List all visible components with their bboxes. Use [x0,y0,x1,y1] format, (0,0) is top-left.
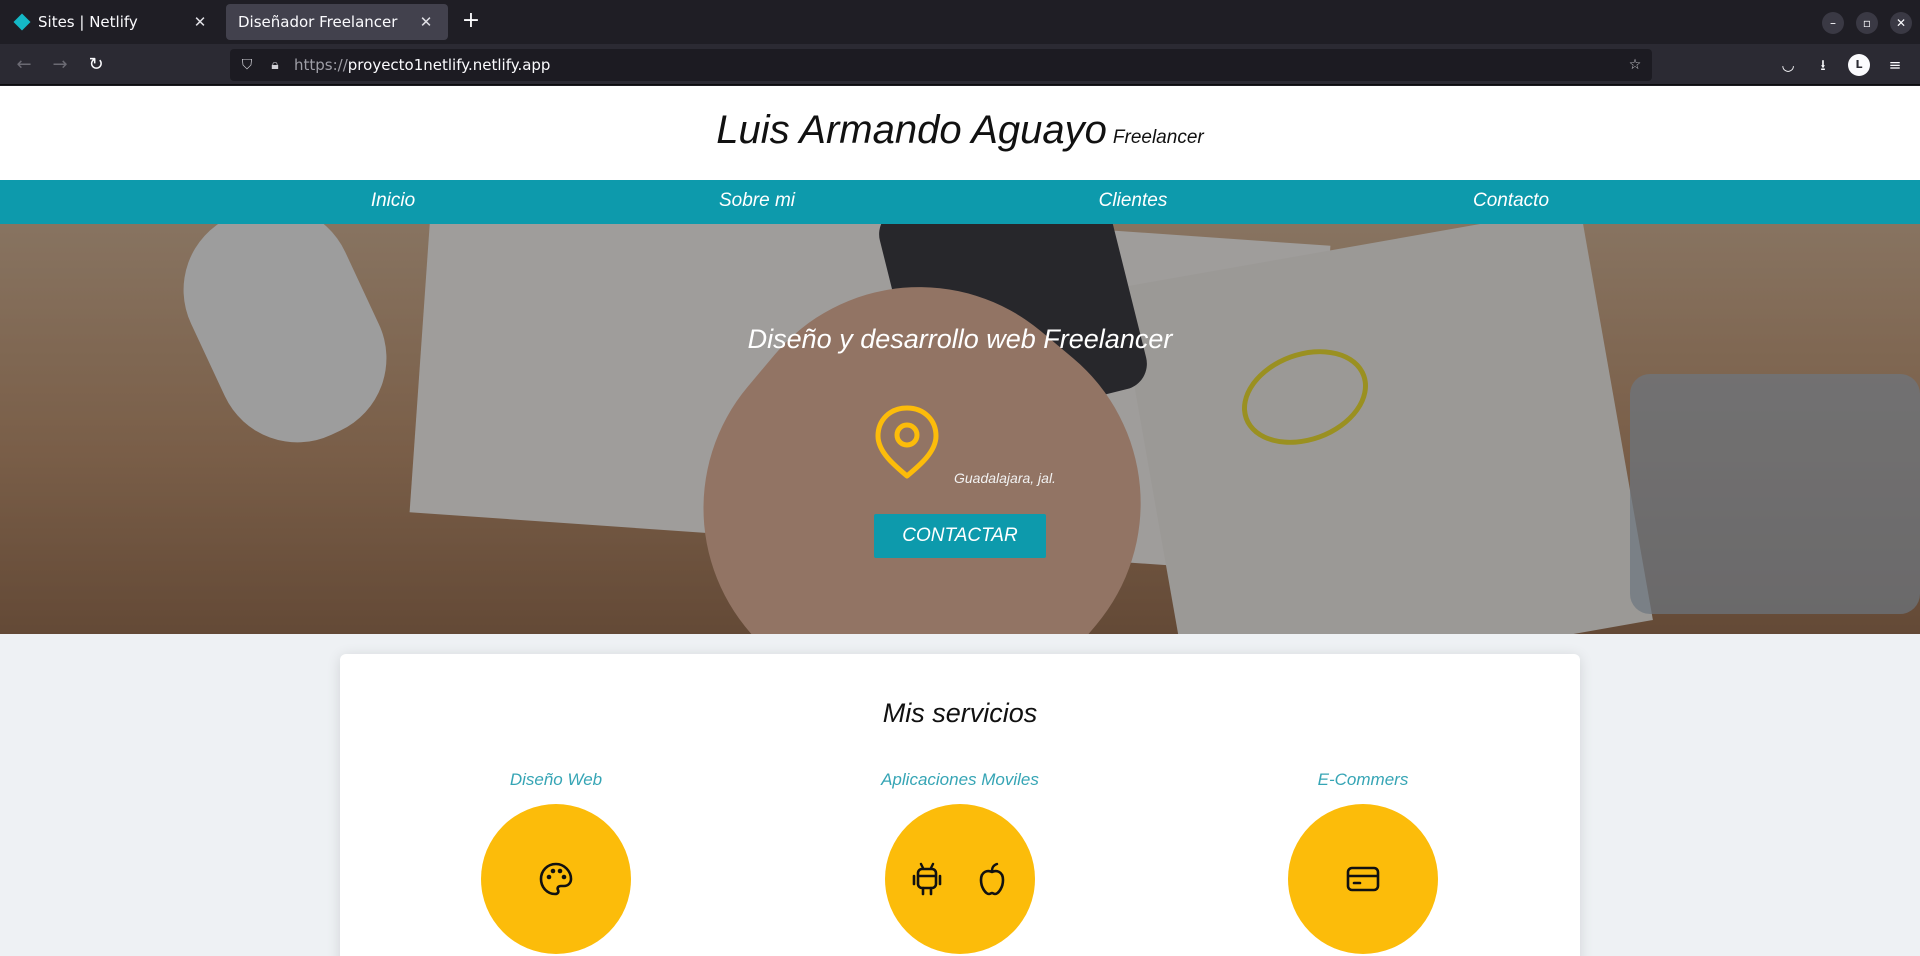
reload-icon[interactable]: ↻ [82,51,110,79]
tab-title: Sites | Netlify [38,13,138,31]
account-avatar[interactable]: L [1848,54,1870,76]
apple-icon [979,862,1005,896]
address-bar[interactable]: ⛉ 🔒︎ https://proyecto1netlify.netlify.ap… [230,49,1652,81]
services-section: Mis servicios Diseño Web Aplicaciones Mo… [340,654,1580,956]
services-title: Mis servicios [882,698,1038,728]
nav-link-contacto[interactable]: Contacto [1473,190,1549,212]
site-title: Luis Armando Aguayo [716,108,1107,152]
browser-tab-bar: Sites | Netlify ✕ Diseñador Freelancer ✕… [0,0,1920,44]
tab-disenador-freelancer[interactable]: Diseñador Freelancer ✕ [226,4,448,40]
service-label: E-Commers [1317,770,1409,789]
location-pin-icon [875,405,939,479]
forward-icon[interactable]: → [46,51,74,79]
service-icon-circle [885,804,1035,954]
close-tab-icon[interactable]: ✕ [190,13,210,31]
tab-sites-netlify[interactable]: Sites | Netlify ✕ [4,4,222,40]
netlify-favicon-icon [13,13,31,31]
lock-icon[interactable]: 🔒︎ [266,56,284,74]
shield-icon[interactable]: ⛉ [238,56,256,74]
service-icon-circle [481,804,631,954]
minimize-window-button[interactable]: – [1822,12,1844,34]
web-page: Luis Armando Aguayo Freelancer Inicio Sob… [0,86,1920,956]
service-label: Aplicaciones Moviles [881,770,1039,789]
service-icon-circle [1288,804,1438,954]
site-subtitle: Freelancer [1112,127,1204,148]
service-diseno-web: Diseño Web [406,770,706,954]
service-aplicaciones-moviles: Aplicaciones Moviles [810,770,1110,954]
back-icon[interactable]: ← [10,51,38,79]
bookmark-star-icon[interactable]: ☆ [1626,56,1644,74]
nav-link-clientes[interactable]: Clientes [1099,190,1168,212]
service-e-commers: E-Commers [1213,770,1513,954]
service-label: Diseño Web [509,770,603,789]
nav-link-sobre-mi[interactable]: Sobre mi [719,190,795,212]
pocket-icon[interactable]: ◡ [1777,54,1799,76]
hero-banner: Diseño y desarrollo web Freelancer Guada… [0,224,1920,634]
close-window-button[interactable]: ✕ [1890,12,1912,34]
site-nav: Inicio Sobre mi Clientes Contacto [0,180,1920,224]
url-text[interactable]: https://proyecto1netlify.netlify.app [294,56,550,74]
browser-nav-bar: ← → ↻ ⛉ 🔒︎ https://proyecto1netlify.netl… [0,44,1920,85]
nav-link-inicio[interactable]: Inicio [371,190,415,212]
palette-icon [539,862,573,896]
tab-title: Diseñador Freelancer [238,13,398,31]
hero-tagline: Diseño y desarrollo web Freelancer [747,324,1173,354]
site-header: Luis Armando Aguayo Freelancer [0,86,1920,180]
restore-window-button[interactable]: ▫ [1856,12,1878,34]
contact-button[interactable]: CONTACTAR [874,514,1046,558]
location-text: Guadalajara, jal. [954,470,1056,486]
app-menu-icon[interactable]: ≡ [1884,54,1906,76]
credit-card-icon [1346,866,1380,892]
new-tab-button[interactable]: + [458,9,484,35]
close-tab-icon[interactable]: ✕ [416,13,436,31]
hero-overlay [0,224,1920,634]
downloads-icon[interactable]: ⭳ [1812,54,1834,76]
android-icon [912,862,942,896]
